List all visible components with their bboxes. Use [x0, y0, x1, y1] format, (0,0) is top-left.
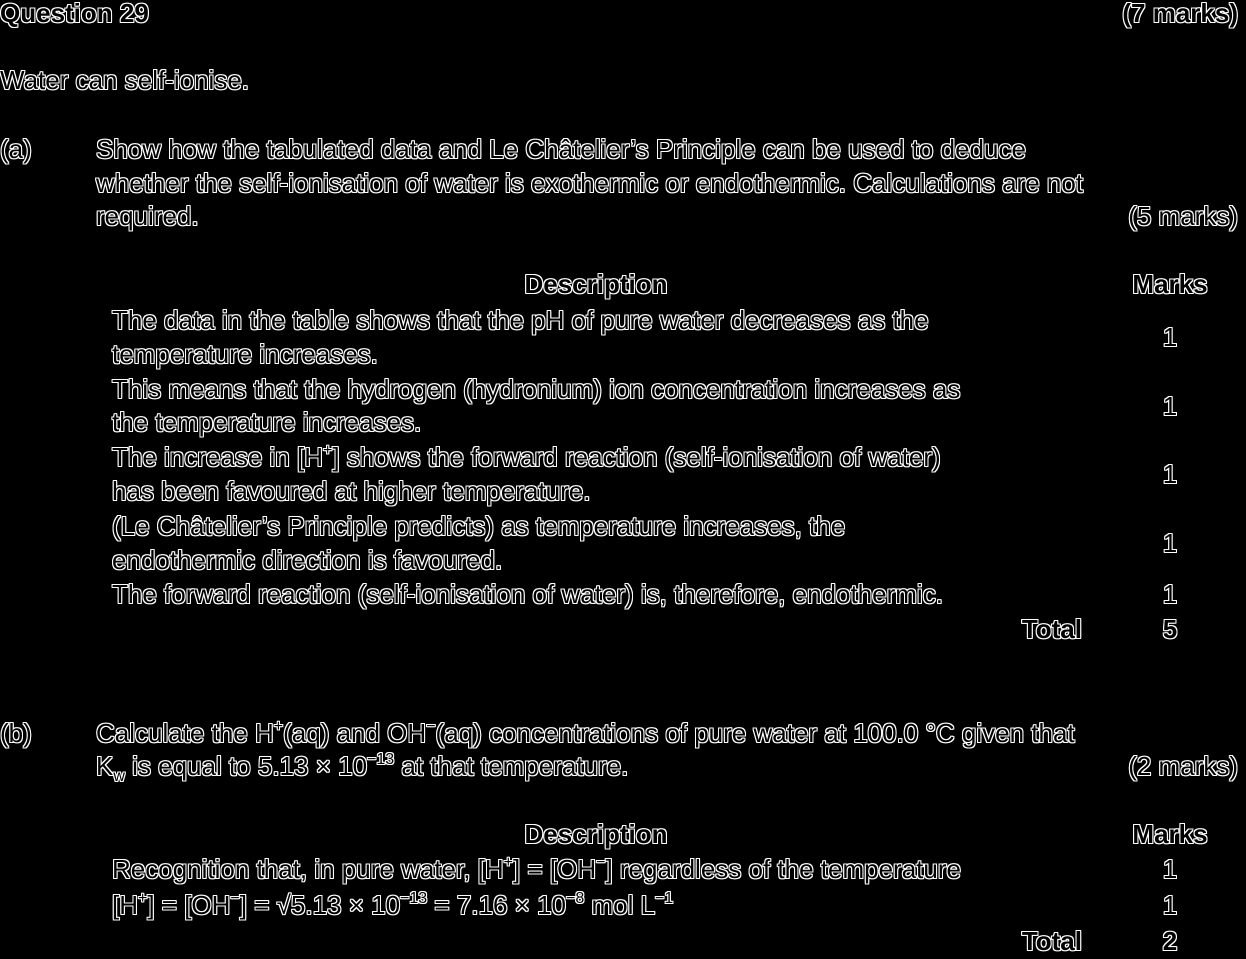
row-mark: 1 — [1162, 459, 1178, 489]
part-a-prompt-line: required. — [96, 201, 199, 231]
row-description-line: temperature increases. — [112, 339, 378, 369]
table-header-marks: Marks — [1132, 269, 1208, 299]
question-intro: Water can self-ionise. — [0, 65, 250, 95]
row-description-line: [H+] = [OH−] = √5.13 × 10−13 = 7.16 × 10… — [112, 890, 674, 920]
question-marks: (7 marks) — [1122, 0, 1238, 28]
row-mark: 1 — [1162, 528, 1178, 558]
row-description-line: has been favoured at higher temperature. — [112, 476, 591, 506]
row-mark: 1 — [1162, 391, 1178, 421]
part-a-label: (a) — [0, 134, 32, 164]
row-description-line: The forward reaction (self-ionisation of… — [112, 579, 943, 609]
row-mark: 1 — [1162, 579, 1178, 609]
part-b-label: (b) — [0, 718, 32, 748]
row-description-line: (Le Châtelier’s Principle predicts) as t… — [112, 511, 846, 541]
row-description-line: The increase in [H+] shows the forward r… — [112, 442, 941, 472]
table-header-marks: Marks — [1132, 819, 1208, 849]
row-mark: 1 — [1162, 322, 1178, 352]
part-a-prompt-line: whether the self-ionisation of water is … — [96, 168, 1084, 198]
table-header-description: Description — [524, 269, 668, 299]
table-total-label: Total — [1021, 614, 1082, 644]
part-a-marks: (5 marks) — [1128, 201, 1238, 231]
row-mark: 1 — [1162, 890, 1178, 920]
table-total-label: Total — [1021, 926, 1082, 956]
part-b-prompt-line: Calculate the H+(aq) and OH−(aq) concent… — [96, 718, 1075, 748]
question-title: Question 29 — [0, 0, 149, 28]
row-mark: 1 — [1162, 854, 1178, 884]
table-header-description: Description — [524, 819, 668, 849]
part-a-prompt-line: Show how the tabulated data and Le Châte… — [96, 134, 1026, 164]
row-description-line: This means that the hydrogen (hydronium)… — [112, 374, 961, 404]
table-total-value: 5 — [1162, 614, 1178, 644]
row-description-line: The data in the table shows that the pH … — [112, 305, 929, 335]
row-description-line: endothermic direction is favoured. — [112, 545, 503, 575]
part-b-prompt-line: Kw is equal to 5.13 × 10−13 at that temp… — [96, 751, 629, 786]
row-description-line: Recognition that, in pure water, [H+] = … — [112, 854, 961, 884]
part-b-marks: (2 marks) — [1128, 751, 1238, 781]
table-total-value: 2 — [1162, 926, 1178, 956]
row-description-line: the temperature increases. — [112, 407, 422, 437]
